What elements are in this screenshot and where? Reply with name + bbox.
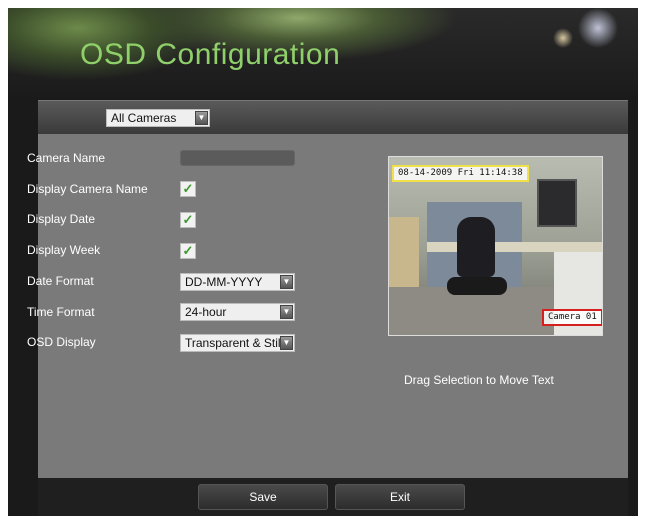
osd-display-label: OSD Display [27, 335, 96, 349]
chevron-down-icon[interactable]: ▼ [195, 111, 208, 125]
display-camera-name-checkbox[interactable]: ✓ [180, 181, 196, 197]
date-format-select[interactable]: DD-MM-YYYY ▼ [180, 273, 295, 291]
time-format-label: Time Format [27, 305, 95, 319]
preview-monitor [537, 179, 577, 227]
display-camera-name-label: Display Camera Name [27, 182, 148, 196]
check-icon: ✓ [182, 212, 194, 227]
time-format-value: 24-hour [185, 305, 227, 319]
preview-chair-base [447, 277, 507, 295]
camera-name-input[interactable] [180, 150, 295, 166]
chevron-down-icon[interactable]: ▼ [280, 336, 293, 350]
camera-name-label: Camera Name [27, 151, 106, 165]
camera-select-value: All Cameras [111, 111, 177, 125]
date-format-value: DD-MM-YYYY [185, 275, 263, 289]
camera-preview[interactable]: 08-14-2009 Fri 11:14:38 Camera 01 [388, 156, 603, 336]
header-banner: OSD Configuration [8, 8, 638, 100]
osd-display-value: Transparent & Still [185, 336, 284, 350]
osd-display-select[interactable]: Transparent & Still ▼ [180, 334, 295, 352]
date-overlay[interactable]: 08-14-2009 Fri 11:14:38 [392, 165, 529, 182]
chevron-down-icon[interactable]: ▼ [280, 275, 293, 289]
drag-hint: Drag Selection to Move Text [404, 373, 554, 387]
button-bar [38, 478, 628, 516]
page-title: OSD Configuration [80, 38, 341, 71]
date-format-label: Date Format [27, 274, 94, 288]
check-icon: ✓ [182, 181, 194, 196]
camera-select[interactable]: All Cameras ▼ [106, 109, 210, 127]
display-date-label: Display Date [27, 212, 96, 226]
display-week-checkbox[interactable]: ✓ [180, 243, 196, 259]
save-button[interactable]: Save [198, 484, 328, 510]
display-date-checkbox[interactable]: ✓ [180, 212, 196, 228]
camera-select-bar: All Cameras ▼ [38, 100, 628, 134]
preview-desk [427, 242, 602, 252]
preview-chair [457, 217, 495, 277]
window-content: OSD Configuration All Cameras ▼ Camera N… [8, 8, 638, 516]
time-format-select[interactable]: 24-hour ▼ [180, 303, 295, 321]
chevron-down-icon[interactable]: ▼ [280, 305, 293, 319]
display-week-label: Display Week [27, 243, 101, 257]
check-icon: ✓ [182, 243, 194, 258]
camera-name-overlay[interactable]: Camera 01 [542, 309, 602, 326]
exit-button[interactable]: Exit [335, 484, 465, 510]
